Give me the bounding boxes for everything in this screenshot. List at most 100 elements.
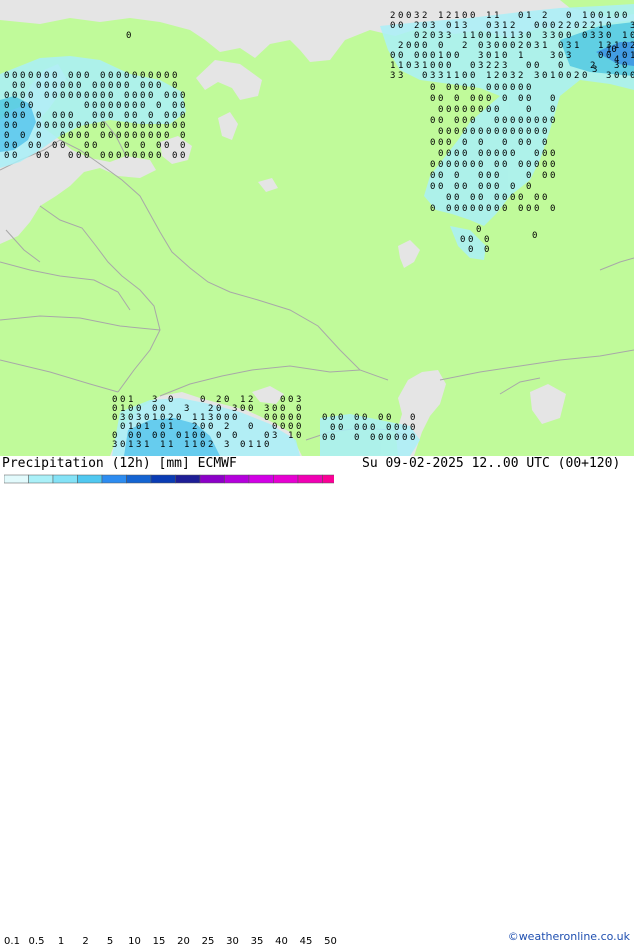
precip-marker: 0 bbox=[84, 151, 89, 161]
precip-marker: 0 bbox=[12, 151, 17, 161]
precip-marker: 0 bbox=[430, 171, 435, 181]
precip-marker: 0 bbox=[378, 413, 383, 423]
precip-marker: 0 bbox=[542, 138, 547, 148]
precip-marker: 2 bbox=[558, 21, 563, 31]
precip-marker: 1 bbox=[454, 71, 459, 81]
precip-marker: 0 bbox=[622, 61, 627, 71]
precip-marker: 0 bbox=[386, 413, 391, 423]
precip-marker: 3 bbox=[478, 51, 483, 61]
precip-marker: 3 bbox=[136, 440, 141, 450]
precip-marker: 0 bbox=[462, 204, 467, 214]
precip-marker: 0 bbox=[180, 101, 185, 111]
precip-marker: 0 bbox=[12, 111, 17, 121]
precip-marker: 0 bbox=[4, 101, 9, 111]
precip-marker: 0 bbox=[478, 182, 483, 192]
legend-tick: 35 bbox=[250, 936, 264, 947]
precip-marker: 0 bbox=[526, 105, 531, 115]
precip-marker: 1 bbox=[494, 51, 499, 61]
legend-swatch bbox=[101, 474, 127, 484]
precip-marker: 0 bbox=[446, 83, 451, 93]
model-name: ECMWF bbox=[197, 456, 237, 471]
precip-marker: 0 bbox=[478, 41, 483, 51]
precip-marker: 0 bbox=[582, 31, 587, 41]
precip-marker: 0 bbox=[494, 83, 499, 93]
precip-marker: 3 bbox=[430, 71, 435, 81]
precip-marker: 0 bbox=[180, 151, 185, 161]
precip-marker: 1 bbox=[184, 440, 189, 450]
precip-marker: 0 bbox=[20, 91, 25, 101]
precip-marker: 0 bbox=[322, 413, 327, 423]
legend-swatch bbox=[28, 474, 54, 484]
precip-marker: 0 bbox=[180, 131, 185, 141]
credit-link[interactable]: ©weatheronline.co.uk bbox=[508, 930, 630, 943]
precip-marker: 0 bbox=[438, 182, 443, 192]
precip-marker: 0 bbox=[296, 431, 301, 441]
precip-marker: 3 bbox=[184, 404, 189, 414]
precip-marker: 0 bbox=[148, 151, 153, 161]
precip-marker: 0 bbox=[378, 433, 383, 443]
precip-marker: 0 bbox=[550, 116, 555, 126]
precip-marker: 0 bbox=[470, 160, 475, 170]
precip-marker: 0 bbox=[100, 91, 105, 101]
precip-marker: 0 bbox=[430, 182, 435, 192]
precip-marker: 0 bbox=[518, 204, 523, 214]
precip-marker: 0 bbox=[386, 423, 391, 433]
precip-marker: 0 bbox=[156, 71, 161, 81]
legend-tick: 50 bbox=[324, 936, 337, 947]
precip-marker: 0 bbox=[574, 21, 579, 31]
precip-marker: 1 bbox=[288, 431, 293, 441]
precip-marker: 0 bbox=[68, 81, 73, 91]
precip-marker: 0 bbox=[430, 94, 435, 104]
legend-swatch bbox=[150, 474, 176, 484]
precip-marker: 2 bbox=[446, 11, 451, 21]
precip-marker: 0 bbox=[446, 149, 451, 159]
precip-marker: 1 bbox=[192, 440, 197, 450]
precip-marker: 0 bbox=[84, 101, 89, 111]
precip-marker: 0 bbox=[534, 127, 539, 137]
precip-marker: 2 bbox=[208, 440, 213, 450]
precip-marker: 1 bbox=[438, 11, 443, 21]
precip-marker: 0 bbox=[362, 423, 367, 433]
precip-marker: 0 bbox=[494, 149, 499, 159]
precip-marker: 0 bbox=[176, 413, 181, 423]
precip-marker: 0 bbox=[200, 395, 205, 405]
precip-marker: 0 bbox=[470, 94, 475, 104]
precip-marker: 0 bbox=[526, 116, 531, 126]
precip-marker: 0 bbox=[52, 141, 57, 151]
precip-marker: 0 bbox=[280, 422, 285, 432]
precip-marker: 0 bbox=[164, 111, 169, 121]
precip-marker: 3 bbox=[598, 31, 603, 41]
precip-marker: 0 bbox=[108, 131, 113, 141]
precip-marker: 0 bbox=[502, 51, 507, 61]
precip-marker: 0 bbox=[630, 71, 634, 81]
precip-marker: 0 bbox=[386, 433, 391, 443]
precip-marker: 0 bbox=[140, 91, 145, 101]
precip-marker: 1 bbox=[256, 440, 261, 450]
precip-marker: 0 bbox=[36, 111, 41, 121]
precip-marker: 0 bbox=[172, 81, 177, 91]
precip-marker: 0 bbox=[12, 141, 17, 151]
precip-marker: 0 bbox=[156, 101, 161, 111]
precip-marker: 0 bbox=[164, 141, 169, 151]
precip-marker: 0 bbox=[486, 171, 491, 181]
precip-marker: 0 bbox=[446, 193, 451, 203]
precip-marker: 0 bbox=[180, 91, 185, 101]
precip-marker: 3 bbox=[566, 51, 571, 61]
precip-marker: 0 bbox=[164, 121, 169, 131]
precip-marker: 0 bbox=[76, 81, 81, 91]
precip-marker: 0 bbox=[76, 71, 81, 81]
precip-marker: 0 bbox=[44, 151, 49, 161]
precip-marker: 0 bbox=[462, 182, 467, 192]
precip-marker: 0 bbox=[124, 101, 129, 111]
precip-marker: 0 bbox=[542, 149, 547, 159]
precip-marker: 0 bbox=[566, 71, 571, 81]
precip-marker: 0 bbox=[124, 151, 129, 161]
precip-marker: 0 bbox=[120, 440, 125, 450]
precip-marker: 3 bbox=[438, 71, 443, 81]
precip-marker: 3 bbox=[414, 61, 419, 71]
precip-marker: 0 bbox=[84, 121, 89, 131]
precip-marker: 1 bbox=[510, 31, 515, 41]
legend-tick: 20 bbox=[177, 936, 190, 947]
precip-marker: 0 bbox=[470, 204, 475, 214]
precip-marker: 0 bbox=[550, 105, 555, 115]
